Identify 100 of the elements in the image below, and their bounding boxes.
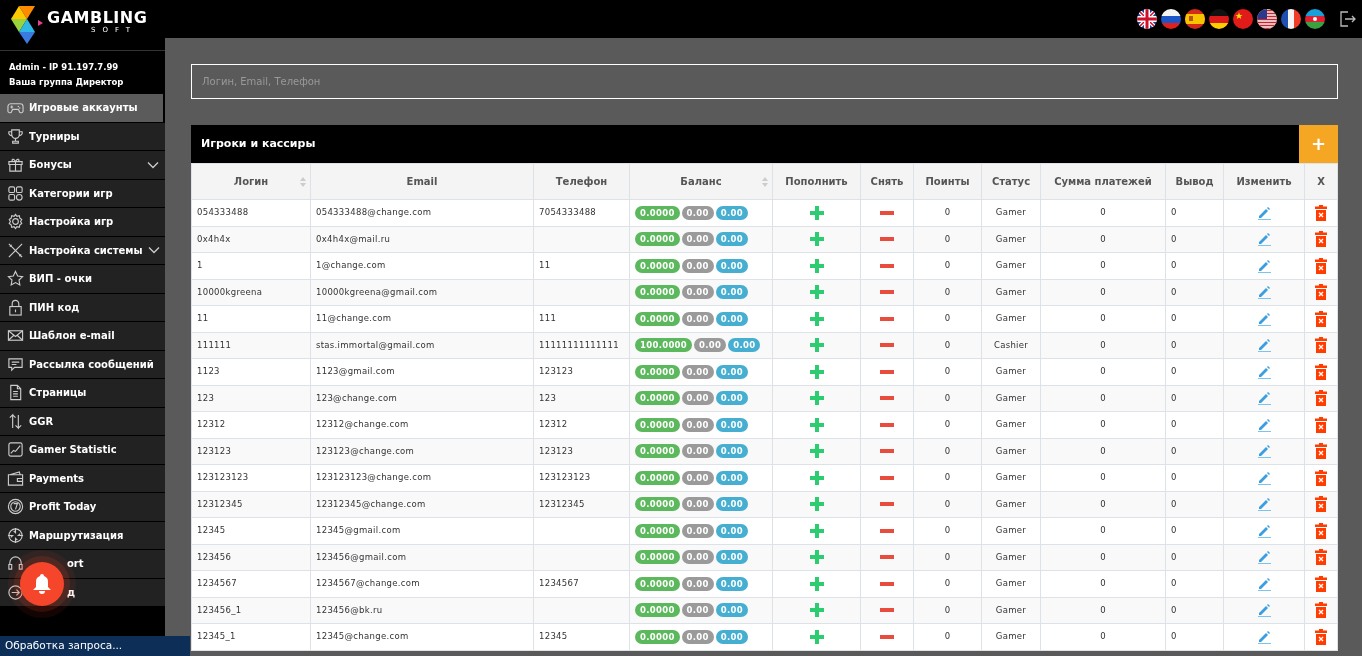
minus-icon[interactable] (880, 502, 894, 507)
sidebar-item[interactable]: Gamer Statistic (0, 436, 165, 465)
pencil-icon[interactable] (1257, 576, 1271, 591)
minus-icon[interactable] (880, 237, 894, 242)
flag-icon[interactable] (1185, 9, 1205, 29)
sidebar-item[interactable]: Бонусы (0, 151, 165, 180)
sidebar-item[interactable]: Настройка игр (0, 208, 165, 237)
column-header[interactable]: Логин (191, 163, 311, 200)
trash-icon[interactable] (1315, 363, 1327, 380)
flag-icon[interactable] (1305, 9, 1325, 29)
pencil-icon[interactable] (1257, 391, 1271, 406)
sidebar-item[interactable]: Настройка системы (0, 236, 165, 265)
sidebar-item[interactable]: Страницы (0, 379, 165, 408)
sidebar-item[interactable]: ВИП - очки (0, 265, 165, 294)
plus-icon[interactable] (809, 576, 824, 591)
sidebar-item[interactable]: Маршрутизация (0, 521, 165, 550)
trash-icon[interactable] (1315, 575, 1327, 592)
pencil-icon[interactable] (1257, 629, 1271, 644)
pencil-icon[interactable] (1257, 285, 1271, 300)
sidebar-item[interactable]: ort (0, 550, 165, 579)
trash-icon[interactable] (1315, 204, 1327, 221)
trash-icon[interactable] (1315, 257, 1327, 274)
table-cell: 0 (1171, 392, 1177, 403)
pencil-icon[interactable] (1257, 364, 1271, 379)
plus-icon[interactable] (809, 550, 824, 565)
minus-icon[interactable] (880, 475, 894, 480)
sidebar-item[interactable]: Категории игр (0, 179, 165, 208)
sidebar-item[interactable]: ПИН код (0, 293, 165, 322)
trash-icon[interactable] (1315, 390, 1327, 407)
pencil-icon[interactable] (1257, 232, 1271, 247)
trash-icon[interactable] (1315, 602, 1327, 619)
minus-icon[interactable] (880, 528, 894, 533)
minus-icon[interactable] (880, 396, 894, 401)
pencil-icon[interactable] (1257, 550, 1271, 565)
sidebar-item[interactable]: Игровые аккаунты (0, 94, 163, 123)
flag-icon[interactable] (1137, 9, 1157, 29)
sidebar-item[interactable]: Payments (0, 464, 165, 493)
minus-icon[interactable] (880, 555, 894, 560)
pencil-icon[interactable] (1257, 338, 1271, 353)
minus-icon[interactable] (880, 608, 894, 613)
trash-icon[interactable] (1315, 284, 1327, 301)
plus-icon[interactable] (809, 470, 824, 485)
pencil-icon[interactable] (1257, 417, 1271, 432)
pencil-icon[interactable] (1257, 205, 1271, 220)
minus-icon[interactable] (880, 449, 894, 454)
trash-icon[interactable] (1315, 522, 1327, 539)
plus-icon[interactable] (809, 311, 824, 326)
plus-icon[interactable] (809, 285, 824, 300)
sidebar-item[interactable]: GGR (0, 407, 165, 436)
trash-icon[interactable] (1315, 496, 1327, 513)
flag-icon[interactable] (1257, 9, 1277, 29)
plus-icon[interactable] (809, 258, 824, 273)
column-header[interactable]: Баланс (629, 163, 773, 200)
trash-icon[interactable] (1315, 231, 1327, 248)
trash-icon[interactable] (1315, 469, 1327, 486)
search-field[interactable]: Логин, Email, Телефон (191, 64, 1338, 99)
flag-icon[interactable] (1161, 9, 1181, 29)
pencil-icon[interactable] (1257, 603, 1271, 618)
minus-icon[interactable] (880, 369, 894, 374)
minus-icon[interactable] (880, 290, 894, 295)
plus-icon[interactable] (809, 338, 824, 353)
trash-icon[interactable] (1315, 416, 1327, 433)
flag-icon[interactable] (1209, 9, 1229, 29)
pencil-icon[interactable] (1257, 258, 1271, 273)
minus-icon[interactable] (880, 634, 894, 639)
plus-icon[interactable] (809, 523, 824, 538)
plus-icon[interactable] (809, 391, 824, 406)
trash-icon[interactable] (1315, 549, 1327, 566)
flag-icon[interactable] (1281, 9, 1301, 29)
minus-icon[interactable] (880, 422, 894, 427)
plus-icon[interactable] (809, 232, 824, 247)
sidebar-item[interactable]: Profit Today (0, 493, 165, 522)
sidebar-item[interactable]: Шаблон e-mail (0, 322, 165, 351)
plus-icon[interactable] (809, 417, 824, 432)
minus-icon[interactable] (880, 263, 894, 268)
trash-icon[interactable] (1315, 310, 1327, 327)
pencil-icon[interactable] (1257, 470, 1271, 485)
plus-icon[interactable] (809, 205, 824, 220)
pencil-icon[interactable] (1257, 497, 1271, 512)
trash-icon[interactable] (1315, 443, 1327, 460)
plus-icon[interactable] (809, 444, 824, 459)
minus-icon[interactable] (880, 343, 894, 348)
trash-icon[interactable] (1315, 628, 1327, 645)
sidebar-item[interactable]: Турниры (0, 122, 165, 151)
minus-icon[interactable] (880, 316, 894, 321)
sidebar-item[interactable]: Рассылка сообщений (0, 350, 165, 379)
logout-icon[interactable] (1337, 9, 1357, 29)
pencil-icon[interactable] (1257, 523, 1271, 538)
pencil-icon[interactable] (1257, 444, 1271, 459)
plus-icon[interactable] (809, 629, 824, 644)
minus-icon[interactable] (880, 581, 894, 586)
plus-icon[interactable] (809, 603, 824, 618)
flag-icon[interactable] (1233, 9, 1253, 29)
balance-badge: 0.00 (715, 497, 748, 512)
trash-icon[interactable] (1315, 337, 1327, 354)
minus-icon[interactable] (880, 210, 894, 215)
plus-icon[interactable] (809, 364, 824, 379)
pencil-icon[interactable] (1257, 311, 1271, 326)
plus-icon[interactable] (809, 497, 824, 512)
table-cell: 10000kgreena (197, 286, 263, 297)
